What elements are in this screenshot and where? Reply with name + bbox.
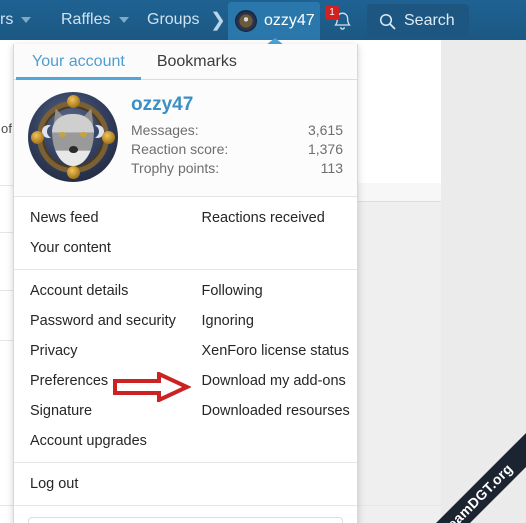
menu-tab-bar: Your account Bookmarks	[14, 44, 357, 80]
menu-item-privacy[interactable]: Privacy	[14, 336, 186, 366]
chevron-down-icon	[118, 17, 129, 23]
menu-row: Log out	[14, 469, 357, 499]
nav-item-label: Groups	[147, 11, 200, 28]
stat-value: 113	[320, 160, 343, 176]
menu-item-account-upgrades[interactable]: Account upgrades	[14, 426, 186, 456]
stat-value: 1,376	[307, 141, 343, 157]
stat-value: 3,615	[307, 122, 343, 138]
background-panel-header	[358, 183, 441, 201]
gem-icon	[31, 131, 44, 144]
user-account-tab[interactable]: ozzy47	[228, 2, 320, 40]
menu-item-empty	[186, 233, 358, 263]
tab-your-account[interactable]: Your account	[16, 44, 141, 80]
stat-trophy-points: Trophy points: 113	[131, 159, 343, 178]
wolf-eye	[58, 131, 66, 137]
menu-item-password-and-security[interactable]: Password and security	[14, 306, 186, 336]
user-avatar-icon	[235, 10, 257, 32]
menu-group-session: Log out	[14, 463, 357, 505]
stat-label: Reaction score:	[131, 141, 229, 157]
menu-group-settings: Account details Following Password and s…	[14, 270, 357, 463]
tab-label: Your account	[32, 52, 125, 70]
stat-label: Trophy points:	[131, 160, 220, 176]
profile-avatar[interactable]	[28, 92, 118, 182]
nav-item-groups[interactable]: Groups	[141, 0, 205, 40]
menu-item-empty	[186, 426, 358, 456]
menu-row: Privacy XenForo license status	[14, 336, 357, 366]
tab-bookmarks[interactable]: Bookmarks	[141, 44, 253, 79]
menu-item-download-my-add-ons[interactable]: Download my add-ons	[186, 366, 358, 396]
menu-item-account-details[interactable]: Account details	[14, 276, 186, 306]
nav-item-members[interactable]: rs	[0, 0, 37, 40]
menu-row: Account details Following	[14, 276, 357, 306]
search-icon	[379, 13, 396, 29]
annotation-arrow	[113, 370, 192, 407]
stat-reaction-score: Reaction score: 1,376	[131, 140, 343, 159]
alerts-button[interactable]: 1	[322, 2, 362, 40]
menu-row: News feed Reactions received	[14, 203, 357, 233]
chevron-down-icon	[21, 17, 32, 23]
menu-row: Your content	[14, 233, 357, 263]
menu-row: Password and security Ignoring	[14, 306, 357, 336]
search-button-label: Search	[404, 12, 455, 29]
nav-item-label: rs	[0, 11, 14, 28]
stat-messages: Messages: 3,615	[131, 121, 343, 140]
wolf-eye	[80, 131, 88, 137]
gem-icon	[102, 131, 115, 144]
alerts-badge: 1	[325, 6, 339, 20]
menu-item-your-content[interactable]: Your content	[14, 233, 186, 263]
profile-username[interactable]: ozzy47	[131, 94, 343, 116]
menu-row: Account upgrades	[14, 426, 357, 456]
nav-item-raffles[interactable]: Raffles	[55, 0, 135, 40]
search-button[interactable]: Search	[367, 4, 469, 38]
chevron-right-icon[interactable]: ❯	[210, 0, 226, 40]
gem-icon	[67, 95, 80, 108]
account-dropdown-menu: Your account Bookmarks ozzy47 Messages:	[13, 44, 358, 523]
red-arrow-right-icon	[113, 370, 192, 404]
menu-item-downloaded-resourses[interactable]: Downloaded resourses	[186, 396, 358, 426]
top-navigation-bar: rs Raffles Groups ❯ ozzy47 1 Search	[0, 0, 526, 40]
menu-item-log-out[interactable]: Log out	[14, 469, 186, 499]
menu-item-news-feed[interactable]: News feed	[14, 203, 186, 233]
status-input[interactable]	[28, 517, 343, 523]
menu-item-ignoring[interactable]: Ignoring	[186, 306, 358, 336]
stat-label: Messages:	[131, 122, 199, 138]
profile-info: ozzy47 Messages: 3,615 Reaction score: 1…	[118, 92, 343, 182]
menu-group-content: News feed Reactions received Your conten…	[14, 197, 357, 270]
menu-item-following[interactable]: Following	[186, 276, 358, 306]
menu-item-xenforo-license-status[interactable]: XenForo license status	[186, 336, 358, 366]
background-partial-text: of	[1, 121, 13, 136]
tab-label: Bookmarks	[156, 52, 237, 70]
profile-summary: ozzy47 Messages: 3,615 Reaction score: 1…	[14, 80, 357, 197]
status-update-area	[14, 505, 357, 523]
gem-icon	[67, 166, 80, 179]
menu-item-reactions-received[interactable]: Reactions received	[186, 203, 358, 233]
wolf-snout	[68, 146, 78, 154]
background-panel	[358, 201, 441, 523]
user-tab-username: ozzy47	[264, 12, 315, 29]
nav-item-label: Raffles	[61, 11, 111, 28]
